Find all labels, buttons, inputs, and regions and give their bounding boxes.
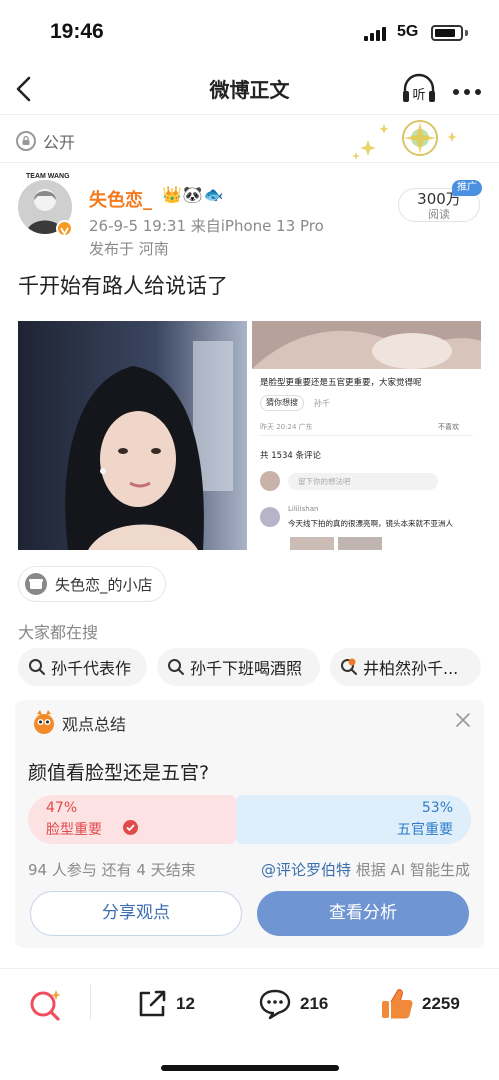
author-badges: 👑🐼🐟 [162, 185, 225, 204]
opinion-question: 颜值看脸型还是五官? [28, 762, 210, 784]
status-bar: 19:46 5G [0, 0, 499, 62]
visibility-label: 公开 [43, 133, 76, 152]
post-location: 发布于 河南 [89, 240, 169, 258]
author-name[interactable]: 失色恋_ [89, 186, 152, 212]
credit-mention[interactable]: @评论罗伯特 [261, 861, 351, 879]
avatar-caption: TEAM WANG [26, 173, 70, 180]
opinion-credit: @评论罗伯特 根据 AI 智能生成 [261, 859, 470, 880]
vote-left-label: 脸型重要 [46, 822, 102, 838]
lock-circle-icon [16, 131, 36, 151]
comment-button[interactable]: 216 [258, 987, 328, 1021]
repost-count: 12 [176, 994, 195, 1013]
post-text: 千开始有路人给说话了 [18, 274, 228, 298]
headphones-icon: 听 [403, 73, 435, 103]
thumbs-up-icon [382, 989, 413, 1019]
close-icon[interactable] [455, 712, 471, 728]
opinion-title: 观点总结 [62, 715, 127, 734]
super-search-icon[interactable] [28, 988, 62, 1022]
shop-icon [25, 573, 47, 595]
listen-label: 听 [412, 88, 425, 103]
promo-tag: 推广 [452, 180, 482, 196]
hot-search-icon [341, 658, 357, 675]
opinion-card: 观点总结 颜值看脸型还是五官? 47% 脸型重要 53% 五官重要 94 人参与… [15, 700, 484, 948]
share-opinion-button[interactable]: 分享观点 [30, 891, 242, 936]
vote-option-right[interactable]: 53% 五官重要 [236, 795, 471, 844]
battery-level [435, 29, 455, 37]
portrait-photo [18, 321, 247, 550]
like-count: 2259 [422, 994, 460, 1013]
home-indicator [161, 1065, 339, 1071]
more-dots-icon [453, 89, 481, 95]
like-button[interactable]: 2259 [380, 987, 460, 1021]
post-timestamp-source: 26-9-5 19:31 来自iPhone 13 Pro [89, 217, 324, 235]
opinion-mascot-icon [34, 710, 54, 734]
section-divider [0, 162, 499, 163]
bottom-bar-separator [90, 985, 91, 1019]
search-chip-label: 孙千下班喝酒照 [190, 659, 303, 678]
screenshot-comment-text: 今天线下拍的真的很漂亮啊，镜头本来就不亚洲人 [288, 519, 453, 528]
screenshot-thumb-2 [338, 537, 382, 550]
repost-icon [139, 990, 166, 1017]
signal-icon [364, 27, 388, 41]
post-image-portrait[interactable] [18, 321, 247, 550]
screenshot-time-loc: 昨天 20:24 广东 [260, 423, 313, 431]
screenshot-guess-label: 猜你想搜 [266, 398, 298, 407]
network-type: 5G [397, 23, 419, 40]
screenshot-divider [260, 435, 473, 436]
status-time: 19:46 [50, 20, 104, 43]
screenshot-comment-input: 留下你的想法吧 [288, 473, 438, 490]
read-label: 阅读 [428, 208, 450, 221]
vote-right-label: 五官重要 [397, 822, 453, 838]
search-chip-label: 孙千代表作 [51, 659, 132, 678]
shop-label: 失色恋_的小店 [55, 575, 153, 594]
view-analysis-button[interactable]: 查看分析 [257, 891, 469, 936]
more-button[interactable] [451, 82, 483, 95]
screenshot-commenter-avatar [260, 507, 280, 527]
screenshot-thumb-1 [290, 537, 334, 550]
screenshot-user-avatar [260, 471, 280, 491]
search-chip-3[interactable]: 井柏然孙千... [330, 648, 481, 686]
credit-suffix: 根据 AI 智能生成 [351, 861, 470, 879]
check-icon [123, 820, 138, 835]
search-icon [168, 659, 184, 675]
post-image-screenshot[interactable]: 是脸型更重要还是五官更重要，大家觉得呢 猜你想搜 孙千 昨天 20:24 广东 … [252, 321, 481, 550]
search-icon [29, 659, 45, 675]
battery-tip [465, 30, 468, 36]
screenshot-commenter: Lililishan [288, 505, 319, 513]
vote-option-left[interactable]: 47% 脸型重要 [28, 795, 236, 844]
shop-link[interactable]: 失色恋_的小店 [18, 566, 166, 602]
screenshot-photo-strip [252, 321, 481, 369]
battery-icon [431, 25, 463, 41]
search-chip-label: 井柏然孙千... [363, 659, 459, 678]
screenshot-dislike: 不喜欢 [438, 423, 459, 431]
nav-divider [0, 114, 499, 115]
listen-button[interactable]: 听 [401, 73, 437, 105]
decoration-stars-icon [352, 120, 457, 160]
search-chip-1[interactable]: 孙千代表作 [18, 648, 147, 686]
comment-icon [259, 989, 291, 1020]
verified-v-icon [56, 220, 73, 237]
trending-heading: 大家都在搜 [18, 623, 99, 642]
repost-button[interactable]: 12 [136, 987, 195, 1021]
comment-count: 216 [300, 994, 329, 1013]
vote-left-percent: 47% [46, 800, 78, 816]
visibility-row: 公开 [16, 128, 75, 154]
search-chip-2[interactable]: 孙千下班喝酒照 [157, 648, 320, 686]
bottom-action-bar: 12 216 2259 [0, 968, 499, 1080]
opinion-stats: 94 人参与 还有 4 天结束 [28, 861, 196, 879]
screenshot-question: 是脸型更重要还是五官更重要，大家觉得呢 [260, 378, 422, 388]
vote-right-percent: 53% [421, 800, 453, 816]
screenshot-guess-term: 孙千 [314, 399, 330, 408]
screenshot-comment-count: 共 1534 条评论 [260, 451, 322, 461]
screenshot-guess-chip: 猜你想搜 [260, 395, 304, 411]
